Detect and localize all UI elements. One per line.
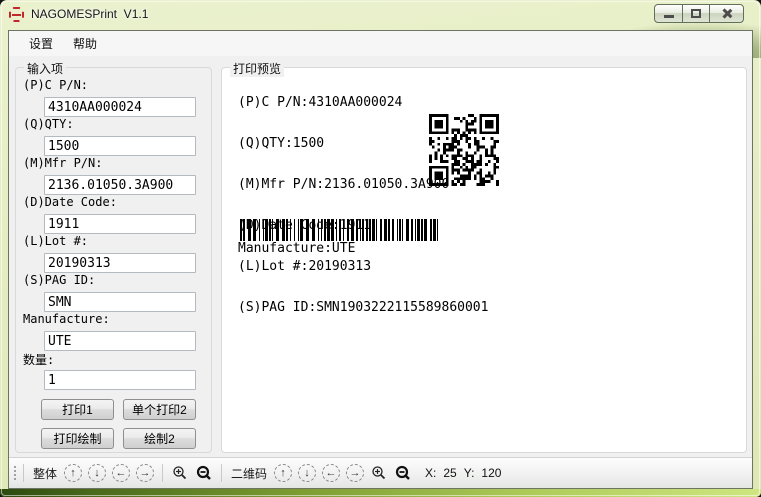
- menu-item-settings[interactable]: 设置: [19, 32, 63, 55]
- overall-move-down-button[interactable]: ↓: [88, 464, 106, 482]
- field-label-mfr: (M)Mfr P/N:: [23, 156, 102, 170]
- field-label-datecode: (D)Date Code:: [23, 195, 117, 209]
- menu-bar: 设置 帮助: [9, 31, 752, 56]
- qrcode-move-left-button[interactable]: ←: [322, 464, 340, 482]
- preview-line: (L)Lot #:20190313: [238, 259, 371, 274]
- overall-move-up-button[interactable]: ↑: [64, 464, 82, 482]
- barcode: [240, 219, 439, 241]
- bottom-frame-strip: [0, 489, 761, 497]
- qrcode-zoom-out-button[interactable]: [394, 464, 412, 482]
- input-group-title: 输入项: [24, 60, 66, 77]
- maximize-button[interactable]: [682, 4, 710, 23]
- qrcode-move-down-button[interactable]: ↓: [298, 464, 316, 482]
- app-icon: [9, 7, 24, 22]
- client-area: 设置 帮助 输入项 (P)C P/N: (Q)QTY: (M)Mfr P/N: …: [8, 30, 753, 489]
- arrow-left-icon: ←: [326, 468, 337, 479]
- qrcode-move-right-button[interactable]: →: [346, 464, 364, 482]
- close-icon: [721, 8, 732, 19]
- x-label: X:: [425, 466, 436, 480]
- minimize-button[interactable]: [654, 4, 683, 23]
- field-label-pagid: (S)PAG ID:: [23, 273, 95, 287]
- x-value: 25: [443, 466, 456, 480]
- arrow-right-icon: →: [140, 468, 151, 479]
- field-label-quantity: 数量:: [23, 351, 54, 368]
- adjustment-toolbar: 整体 ↑ ↓ ← → 二维码 ↑ ↓ ← → X: 25 Y: 120: [9, 457, 752, 488]
- cpn-input[interactable]: [44, 97, 196, 117]
- menu-item-help[interactable]: 帮助: [63, 32, 107, 55]
- manufacture-input[interactable]: [44, 331, 196, 351]
- coordinates-readout: X: 25 Y: 120: [425, 466, 508, 480]
- toolbar-separator: [23, 464, 24, 482]
- app-window: NAGOMESPrint V1.1 设置 帮助 输入项 (P)C P/N: (Q…: [0, 0, 761, 497]
- preview-manufacture-line: Manufacture:UTE: [238, 241, 355, 256]
- arrow-up-icon: ↑: [70, 468, 76, 479]
- minimize-icon: [664, 15, 674, 18]
- arrow-up-icon: ↑: [280, 468, 286, 479]
- single-print2-button[interactable]: 单个打印2: [123, 399, 196, 420]
- lot-input[interactable]: [44, 253, 196, 273]
- preview-line: (Q)QTY:1500: [238, 136, 324, 151]
- print1-button[interactable]: 打印1: [41, 399, 114, 420]
- qrcode-group-label: 二维码: [231, 465, 267, 482]
- arrow-down-icon: ↓: [94, 468, 100, 479]
- quantity-input[interactable]: [44, 370, 196, 390]
- zoom-out-icon: [196, 465, 212, 481]
- overall-group-label: 整体: [33, 465, 57, 482]
- field-label-qty: (Q)QTY:: [23, 117, 74, 131]
- overall-zoom-out-button[interactable]: [195, 464, 213, 482]
- draw2-button[interactable]: 绘制2: [123, 428, 196, 449]
- overall-move-left-button[interactable]: ←: [112, 464, 130, 482]
- print-draw-button[interactable]: 打印绘制: [41, 428, 114, 449]
- close-button[interactable]: [709, 4, 744, 23]
- titlebar[interactable]: NAGOMESPrint V1.1: [0, 0, 761, 30]
- qr-code: [429, 114, 499, 186]
- preview-line: (P)C P/N:4310AA000024: [238, 95, 402, 110]
- zoom-in-icon: [371, 465, 387, 481]
- zoom-out-icon: [395, 465, 411, 481]
- caption-buttons: [655, 4, 744, 23]
- preview-line: (M)Mfr P/N:2136.01050.3A900: [238, 177, 449, 192]
- arrow-right-icon: →: [350, 468, 361, 479]
- field-label-lot: (L)Lot #:: [23, 234, 88, 248]
- field-label-cpn: (P)C P/N:: [23, 78, 88, 92]
- preview-group-title: 打印预览: [230, 60, 284, 77]
- qrcode-move-up-button[interactable]: ↑: [274, 464, 292, 482]
- qrcode-zoom-in-button[interactable]: [370, 464, 388, 482]
- preview-line: (S)PAG ID:SMN1903222115589860001: [238, 300, 488, 315]
- arrow-left-icon: ←: [116, 468, 127, 479]
- window-title: NAGOMESPrint V1.1: [31, 7, 148, 21]
- field-label-manufacture: Manufacture:: [23, 312, 110, 326]
- qty-input[interactable]: [44, 136, 196, 156]
- y-value: 120: [481, 466, 501, 480]
- arrow-down-icon: ↓: [304, 468, 310, 479]
- mfr-pn-input[interactable]: [44, 175, 196, 195]
- overall-zoom-in-button[interactable]: [171, 464, 189, 482]
- zoom-in-icon: [172, 465, 188, 481]
- date-code-input[interactable]: [44, 214, 196, 234]
- y-label: Y:: [464, 466, 475, 480]
- pag-id-input[interactable]: [44, 292, 196, 312]
- toolbar-separator: [162, 464, 163, 482]
- overall-move-right-button[interactable]: →: [136, 464, 154, 482]
- toolbar-grip-handle[interactable]: [13, 465, 18, 481]
- maximize-icon: [691, 9, 701, 18]
- toolbar-separator: [221, 464, 222, 482]
